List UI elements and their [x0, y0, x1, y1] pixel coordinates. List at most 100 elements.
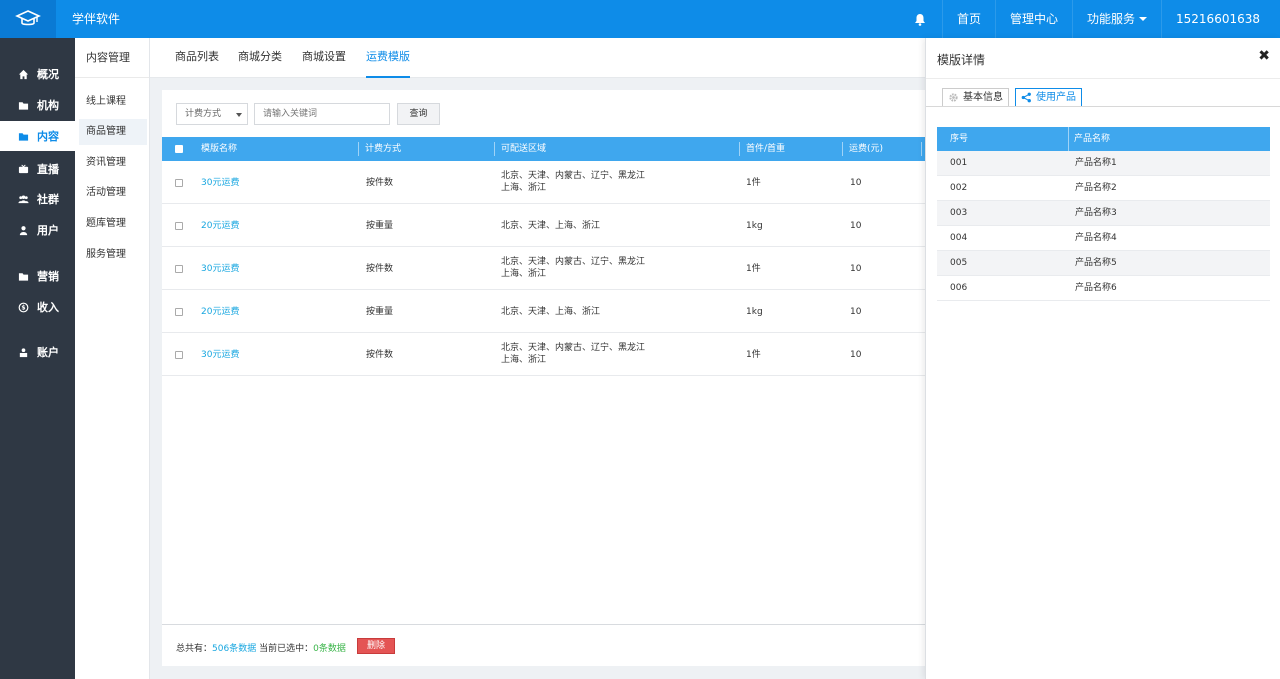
tab-mall-category[interactable]: 商城分类 — [238, 38, 282, 78]
product-id: 002 — [950, 183, 968, 193]
product-id: 001 — [950, 158, 968, 168]
column-header-first[interactable]: 首件/首重 — [746, 137, 785, 161]
template-name-link[interactable]: 30元运费 — [201, 177, 239, 189]
template-detail-drawer: 模版详情 ✖ 基本信息 使用产品 序号 产品名称 001 产品名称1 002 产… — [925, 38, 1280, 679]
billing-method: 按件数 — [366, 178, 394, 188]
sidebar-item-label: 营销 — [37, 270, 59, 283]
sidebar-item-organization[interactable]: 机构 — [0, 90, 75, 120]
column-divider — [494, 142, 495, 156]
close-icon[interactable]: ✖ — [1258, 48, 1270, 64]
group-icon — [18, 194, 29, 203]
template-panel: 计费方式 查询 模版名称 计费方式 可配送区域 首件/首重 运费(元) 30元运… — [162, 90, 925, 666]
graduation-cap-icon — [15, 10, 41, 26]
product-row: 004 产品名称4 — [937, 226, 1270, 251]
row-checkbox[interactable] — [175, 351, 183, 359]
submenu-item-online-courses[interactable]: 线上课程 — [79, 89, 147, 115]
sidebar-item-label: 收入 — [37, 301, 59, 314]
app-name: 学伴软件 — [72, 12, 121, 26]
sidebar-item-overview[interactable]: 概况 — [0, 59, 75, 89]
keyword-search-input[interactable] — [254, 103, 390, 125]
template-name-link[interactable]: 30元运费 — [201, 263, 239, 275]
sidebar-item-live[interactable]: 直播 — [0, 154, 75, 184]
tab-basic-info-label: 基本信息 — [963, 92, 1003, 103]
sidebar-item-account[interactable]: 账户 — [0, 337, 75, 367]
product-name: 产品名称5 — [1075, 258, 1117, 268]
folder-icon — [18, 132, 29, 141]
template-name-link[interactable]: 30元运费 — [201, 349, 239, 361]
sidebar-item-users[interactable]: 用户 — [0, 215, 75, 245]
product-id: 006 — [950, 283, 968, 293]
table-row: 20元运费 按重量 北京、天津、上海、浙江 1kg 10 — [162, 204, 925, 247]
submenu-item-products[interactable]: 商品管理 — [79, 119, 147, 145]
column-header-product-name: 产品名称 — [1074, 134, 1111, 144]
drawer-title: 模版详情 — [937, 53, 986, 67]
submenu-item-services[interactable]: 服务管理 — [79, 242, 147, 268]
total-count-text: 总共有：506条数据 当前已选中：0条数据 — [176, 641, 346, 654]
row-checkbox[interactable] — [175, 222, 183, 230]
column-header-fee[interactable]: 运费(元) — [849, 137, 883, 161]
sidebar-item-label: 用户 — [37, 224, 59, 237]
row-checkbox[interactable] — [175, 265, 183, 273]
main-sidebar: 概况 机构 内容 直播 社群 用户 营销 $ 收入 账户 — [0, 38, 75, 679]
home-icon — [18, 69, 29, 79]
product-id: 005 — [950, 258, 968, 268]
top-bar: 学伴软件 首页 管理中心 功能服务 15216601638 — [0, 0, 1280, 38]
product-row: 006 产品名称6 — [937, 276, 1270, 301]
first-unit: 1kg — [746, 221, 763, 231]
sidebar-item-community[interactable]: 社群 — [0, 184, 75, 214]
tab-used-products[interactable]: 使用产品 — [1015, 88, 1082, 107]
sidebar-item-label: 内容 — [37, 130, 59, 143]
select-all-checkbox[interactable] — [175, 145, 183, 153]
billing-method-value: 计费方式 — [185, 109, 222, 119]
selected-count: 0条数据 — [313, 644, 346, 654]
sidebar-item-label: 社群 — [37, 193, 59, 206]
product-name: 产品名称4 — [1075, 233, 1117, 243]
nav-admin-center[interactable]: 管理中心 — [994, 0, 1072, 38]
column-header-name[interactable]: 模版名称 — [201, 137, 237, 161]
total-count: 506条数据 — [212, 644, 257, 654]
sidebar-item-income[interactable]: $ 收入 — [0, 292, 75, 322]
divider — [926, 106, 1280, 107]
tab-shipping-template[interactable]: 运费模版 — [366, 38, 410, 78]
main-content: 商品列表 商城分类 商城设置 运费模版 计费方式 查询 模版名称 计费方式 可配… — [150, 38, 925, 679]
template-name-link[interactable]: 20元运费 — [201, 220, 239, 232]
selected-label: 当前已选中： — [259, 644, 314, 654]
sidebar-item-marketing[interactable]: 营销 — [0, 261, 75, 291]
coin-icon: $ — [18, 302, 29, 312]
product-name: 产品名称3 — [1075, 208, 1117, 218]
delivery-region: 北京、天津、上海、浙江 — [501, 221, 601, 231]
chevron-down-icon — [236, 113, 242, 117]
delete-button[interactable]: 删除 — [357, 638, 395, 654]
user-phone[interactable]: 15216601638 — [1161, 0, 1280, 38]
nav-home[interactable]: 首页 — [941, 0, 995, 38]
billing-method-select[interactable]: 计费方式 — [176, 103, 248, 125]
row-checkbox[interactable] — [175, 308, 183, 316]
notification-button[interactable] — [898, 0, 942, 38]
product-name: 产品名称2 — [1075, 183, 1117, 193]
content-submenu: 内容管理 线上课程 商品管理 资讯管理 活动管理 题库管理 服务管理 — [75, 38, 150, 679]
logo[interactable] — [0, 0, 56, 38]
query-button[interactable]: 查询 — [397, 103, 440, 125]
tab-mall-settings[interactable]: 商城设置 — [302, 38, 346, 78]
tab-product-list[interactable]: 商品列表 — [175, 38, 219, 78]
nav-features[interactable]: 功能服务 — [1072, 0, 1161, 38]
column-header-method[interactable]: 计费方式 — [365, 137, 401, 161]
tab-basic-info[interactable]: 基本信息 — [942, 88, 1009, 107]
column-header-region[interactable]: 可配送区域 — [501, 137, 546, 161]
billing-method: 按件数 — [366, 264, 394, 274]
template-name-link[interactable]: 20元运费 — [201, 306, 239, 318]
submenu-item-events[interactable]: 活动管理 — [79, 180, 147, 206]
product-table-header: 序号 产品名称 — [937, 127, 1270, 151]
shipping-fee: 10 — [850, 350, 862, 360]
sidebar-item-label: 直播 — [37, 163, 59, 176]
row-checkbox[interactable] — [175, 179, 183, 187]
product-row: 001 产品名称1 — [937, 151, 1270, 176]
divider — [926, 78, 1280, 79]
submenu-item-question-bank[interactable]: 题库管理 — [79, 211, 147, 237]
submenu-item-news[interactable]: 资讯管理 — [79, 150, 147, 176]
sidebar-item-content[interactable]: 内容 — [0, 121, 75, 151]
folder-icon — [18, 101, 29, 110]
nav-features-label: 功能服务 — [1087, 12, 1136, 26]
folder-icon — [18, 272, 29, 281]
first-unit: 1kg — [746, 307, 763, 317]
